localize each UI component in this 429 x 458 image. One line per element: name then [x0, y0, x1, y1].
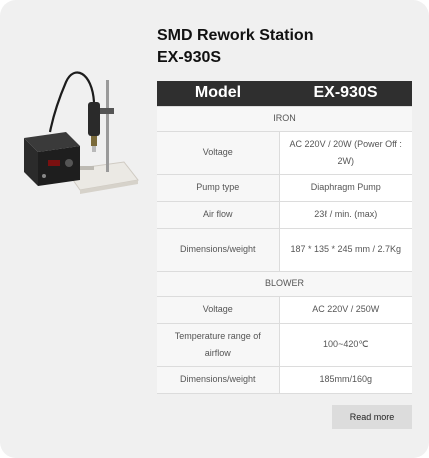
row-value: AC 220V / 250W: [279, 295, 412, 323]
table-row: Dimensions/weight 185mm/160g: [157, 365, 412, 394]
spec-table: Model EX-930S IRON Voltage AC 220V / 20W…: [157, 81, 412, 394]
row-label: Air flow: [157, 200, 280, 228]
header-model-value: EX-930S: [279, 81, 412, 106]
row-value: AC 220V / 20W (Power Off : 2W): [279, 130, 412, 174]
section-label: BLOWER: [157, 270, 412, 296]
row-value: Diaphragm Pump: [279, 173, 412, 201]
row-label: Pump type: [157, 173, 280, 201]
row-value: 23ℓ / min. (max): [279, 200, 412, 228]
row-label: Voltage: [157, 295, 280, 323]
row-label: Dimensions/weight: [157, 227, 280, 271]
product-model: EX-930S: [157, 49, 222, 66]
table-row: Voltage AC 220V / 20W (Power Off : 2W): [157, 130, 412, 174]
table-row: Temperature range of airflow 100~420℃: [157, 322, 412, 366]
product-image: [24, 71, 139, 194]
row-label: Voltage: [157, 130, 280, 174]
product-card: SMD Rework Station EX-930S Model EX-930S…: [0, 0, 429, 458]
section-row-iron: IRON: [157, 105, 412, 131]
row-label: Dimensions/weight: [157, 365, 280, 394]
section-label: IRON: [157, 105, 412, 131]
section-row-blower: BLOWER: [157, 270, 412, 296]
row-value: 100~420℃: [279, 322, 412, 366]
table-row: Voltage AC 220V / 250W: [157, 295, 412, 323]
table-row: Air flow 23ℓ / min. (max): [157, 200, 412, 228]
row-label: Temperature range of airflow: [157, 322, 280, 366]
row-value: 185mm/160g: [279, 365, 412, 394]
header-model: Model: [157, 81, 279, 106]
read-more-button[interactable]: Read more: [332, 405, 412, 429]
product-name: SMD Rework Station: [157, 27, 314, 44]
table-row: Pump type Diaphragm Pump: [157, 173, 412, 201]
table-header-row: Model EX-930S: [157, 81, 412, 106]
product-title: SMD Rework Station EX-930S: [157, 25, 417, 69]
table-row: Dimensions/weight 187 * 135 * 245 mm / 2…: [157, 227, 412, 271]
row-value: 187 * 135 * 245 mm / 2.7Kg: [279, 227, 412, 271]
